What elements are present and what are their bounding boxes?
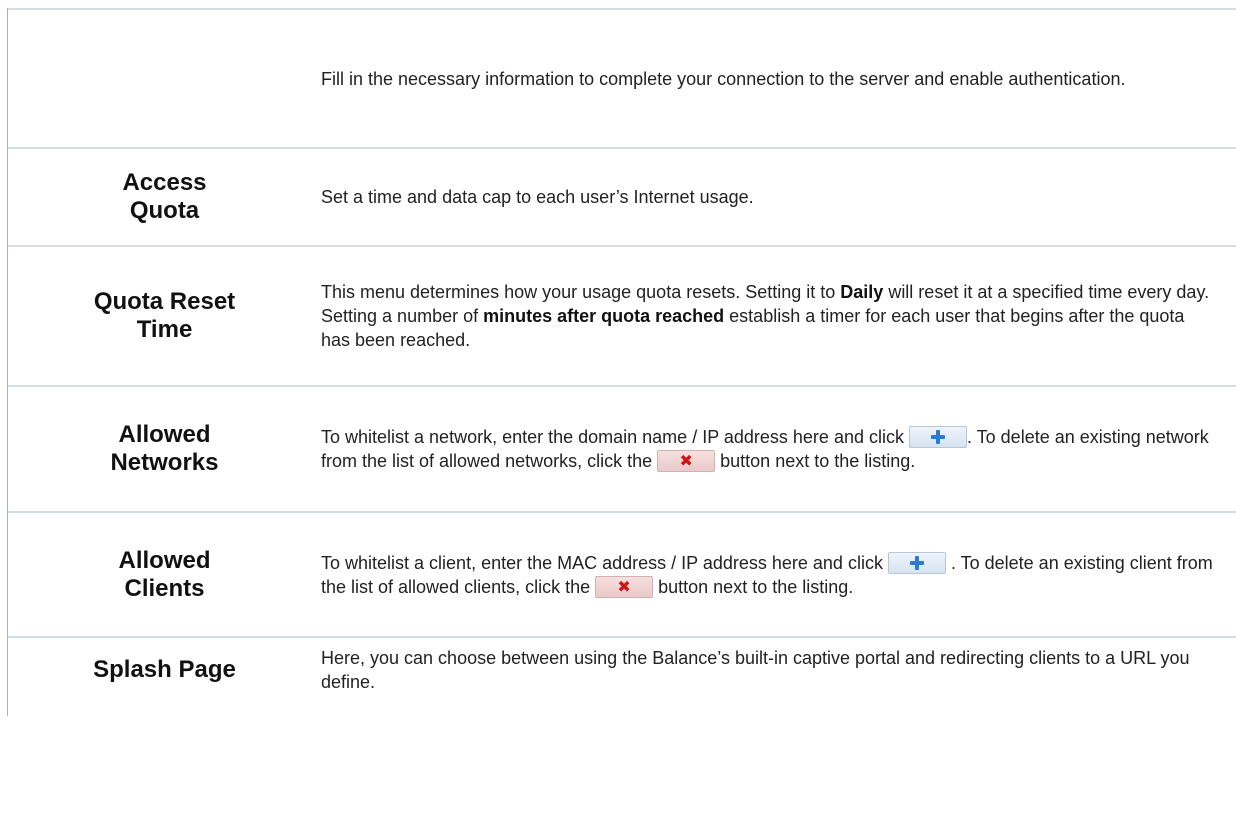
plus-icon <box>930 430 945 444</box>
row-label: Access Quota <box>122 169 207 224</box>
delete-network-button[interactable]: ✖ <box>657 450 716 472</box>
row-description: To whitelist a client, enter the MAC add… <box>321 551 1236 599</box>
table-row: Quota Reset Time This menu determines ho… <box>8 245 1236 385</box>
row-label: Quota Reset Time <box>93 288 236 343</box>
table-row: Splash Page Here, you can choose between… <box>8 636 1236 716</box>
desc-bold-term: minutes after quota reached <box>483 306 725 326</box>
row-label: Allowed Networks <box>110 421 219 476</box>
settings-help-table: Fill in the necessary information to com… <box>7 8 1236 716</box>
desc-text: This menu determines how your usage quot… <box>321 282 841 302</box>
desc-text: button next to the listing. <box>715 451 916 471</box>
table-row: Fill in the necessary information to com… <box>8 8 1236 147</box>
desc-bold-term: Daily <box>840 282 884 302</box>
plus-icon <box>909 555 924 570</box>
add-network-button[interactable] <box>908 426 967 448</box>
row-description: Fill in the necessary information to com… <box>321 68 1126 89</box>
table-row: Allowed Networks To whitelist a network,… <box>8 385 1236 511</box>
x-icon: ✖ <box>679 451 693 470</box>
row-description: Set a time and data cap to each user’s I… <box>321 187 754 207</box>
row-description: This menu determines how your usage quot… <box>321 280 1236 352</box>
row-description: To whitelist a network, enter the domain… <box>321 425 1236 473</box>
desc-text: To whitelist a network, enter the domain… <box>321 427 909 447</box>
desc-text: button next to the listing. <box>653 576 854 597</box>
table-row: Allowed Clients To whitelist a client, e… <box>8 511 1236 636</box>
row-description: Here, you can choose between using the B… <box>321 648 1190 692</box>
row-label: Splash Page <box>93 656 236 683</box>
table-row: Access Quota Set a time and data cap to … <box>8 147 1236 245</box>
row-label: Allowed Clients <box>118 546 211 602</box>
add-client-button[interactable] <box>887 551 946 574</box>
desc-text: To whitelist a client, enter the MAC add… <box>321 552 888 573</box>
delete-client-button[interactable]: ✖ <box>595 575 654 598</box>
x-icon: ✖ <box>617 576 631 596</box>
